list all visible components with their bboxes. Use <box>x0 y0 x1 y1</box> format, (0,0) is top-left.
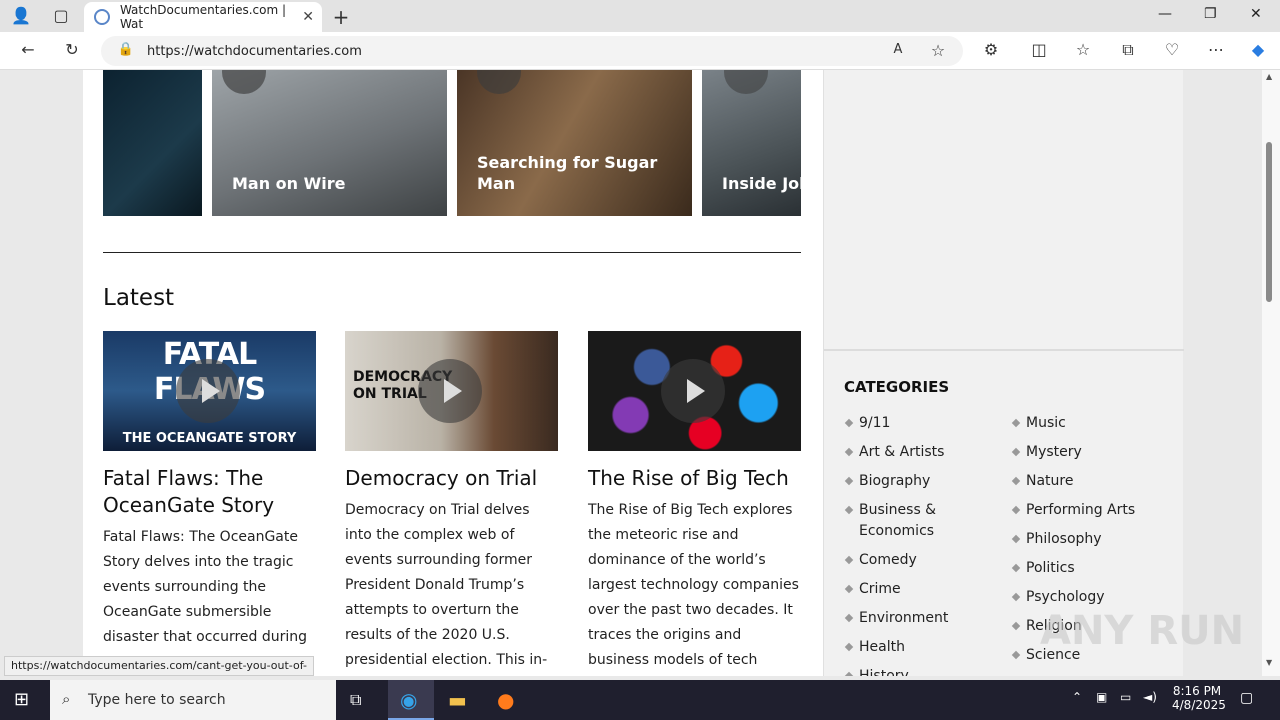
category-link[interactable]: Business & Economics <box>859 500 969 542</box>
carousel-item[interactable]: Inside Job <box>702 70 801 216</box>
article-title[interactable]: Democracy on Trial <box>345 465 558 492</box>
windows-start-icon[interactable]: ⊞ <box>14 689 29 710</box>
category-link[interactable]: Psychology <box>1026 587 1105 608</box>
firefox-icon[interactable]: ● <box>497 688 514 712</box>
search-icon: ⌕ <box>62 690 71 708</box>
taskbar-edge[interactable]: ◉ <box>388 680 434 720</box>
thumbnail-subtitle: THE OCEANGATE STORY <box>122 431 297 446</box>
clock[interactable]: 8:16 PM 4/8/2025 <box>1172 684 1226 712</box>
copilot-icon[interactable]: ◆ <box>1247 40 1269 59</box>
file-explorer-icon[interactable]: ▬ <box>448 688 467 712</box>
categories-title: CATEGORIES <box>844 378 950 396</box>
favicon-icon <box>94 9 110 25</box>
category-link[interactable]: Music <box>1026 413 1066 434</box>
carousel-title[interactable]: Searching for Sugar Man <box>477 152 667 194</box>
clock-date: 4/8/2025 <box>1172 698 1226 712</box>
close-tab-icon[interactable]: ✕ <box>302 9 314 25</box>
notifications-icon[interactable]: ▢ <box>1240 690 1253 706</box>
url-text: https://watchdocumentaries.com <box>147 43 362 59</box>
edge-icon: ◉ <box>400 688 418 712</box>
favorite-star-icon[interactable]: ☆ <box>927 41 949 60</box>
carousel-title[interactable]: Inside Job <box>722 173 801 194</box>
new-tab-icon[interactable]: + <box>330 5 352 29</box>
play-icon <box>176 359 240 423</box>
category-link[interactable]: History <box>859 666 909 676</box>
read-aloud-icon[interactable]: A <box>887 42 909 57</box>
main-content: Man on Wire Searching for Sugar Man Insi… <box>83 70 823 676</box>
carousel-item[interactable] <box>103 70 202 216</box>
address-bar[interactable]: 🔒 https://watchdocumentaries.com A ☆ <box>101 36 963 66</box>
close-window-icon[interactable]: ✕ <box>1250 6 1262 22</box>
category-link[interactable]: Mystery <box>1026 442 1082 463</box>
article-title[interactable]: Fatal Flaws: The OceanGate Story <box>103 465 316 519</box>
carousel-item[interactable]: Man on Wire <box>212 70 447 216</box>
network-icon[interactable]: ▭ <box>1120 690 1131 704</box>
browser-tab-strip: 👤 ▢ WatchDocumentaries.com | Wat ✕ + — ❐… <box>0 0 1280 32</box>
play-icon <box>477 70 521 94</box>
play-icon <box>661 359 725 423</box>
tray-icon[interactable]: ▣ <box>1096 690 1107 704</box>
article-excerpt: The Rise of Big Tech explores the meteor… <box>588 502 799 668</box>
search-placeholder: Type here to search <box>88 692 226 708</box>
category-link[interactable]: Philosophy <box>1026 529 1102 550</box>
category-link[interactable]: Biography <box>859 471 930 492</box>
scrollbar-thumb[interactable] <box>1266 142 1272 302</box>
refresh-icon[interactable]: ↻ <box>61 40 83 59</box>
restore-icon[interactable]: ❐ <box>1204 6 1217 22</box>
taskbar-search[interactable]: ⌕ Type here to search <box>50 680 336 720</box>
more-menu-icon[interactable]: ⋯ <box>1205 40 1227 59</box>
carousel-title[interactable]: Man on Wire <box>232 173 422 194</box>
category-link[interactable]: Crime <box>859 579 901 600</box>
lock-icon[interactable]: 🔒 <box>115 42 137 57</box>
article-title[interactable]: The Rise of Big Tech <box>588 465 801 492</box>
browser-essentials-icon[interactable]: ♡ <box>1161 40 1183 59</box>
article-card[interactable]: DEMOCRACY ON TRIAL Democracy on Trial De… <box>345 331 558 673</box>
windows-taskbar: ⊞ ⌕ Type here to search ⧉ ◉ ▬ ● ⌃ ▣ ▭ ◄)… <box>0 680 1280 720</box>
carousel-item[interactable]: Searching for Sugar Man <box>457 70 692 216</box>
play-icon <box>724 70 768 94</box>
extensions-icon[interactable]: ⚙ <box>980 40 1002 59</box>
article-excerpt: Fatal Flaws: The OceanGate Story delves … <box>103 529 308 645</box>
favorites-icon[interactable]: ☆ <box>1072 40 1094 59</box>
category-link[interactable]: Performing Arts <box>1026 500 1135 521</box>
category-link[interactable]: Comedy <box>859 550 917 571</box>
category-link[interactable]: 9/11 <box>859 413 890 434</box>
watermark-logo: ANY RUN <box>1040 608 1245 654</box>
article-excerpt: Democracy on Trial delves into the compl… <box>345 502 548 668</box>
volume-icon[interactable]: ◄) <box>1143 690 1157 704</box>
category-link[interactable]: Politics <box>1026 558 1075 579</box>
article-card[interactable]: FATAL FLAWS THE OCEANGATE STORY Fatal Fl… <box>103 331 316 650</box>
web-page: Man on Wire Searching for Sugar Man Insi… <box>0 70 1262 676</box>
play-icon <box>222 70 266 94</box>
scroll-up-icon[interactable]: ▲ <box>1266 72 1272 81</box>
back-icon[interactable]: ← <box>17 40 39 59</box>
scroll-down-icon[interactable]: ▼ <box>1266 658 1272 667</box>
browser-tab[interactable]: WatchDocumentaries.com | Wat ✕ <box>84 2 322 32</box>
article-thumbnail[interactable]: FATAL FLAWS THE OCEANGATE STORY <box>103 331 316 451</box>
article-thumbnail[interactable] <box>588 331 801 451</box>
task-view-icon[interactable]: ⧉ <box>350 690 361 710</box>
tray-chevron-icon[interactable]: ⌃ <box>1072 690 1082 704</box>
ad-space <box>824 70 1184 351</box>
clock-time: 8:16 PM <box>1172 684 1222 698</box>
article-card[interactable]: The Rise of Big Tech The Rise of Big Tec… <box>588 331 801 673</box>
status-bar-url: https://watchdocumentaries.com/cant-get-… <box>4 656 314 676</box>
article-thumbnail[interactable]: DEMOCRACY ON TRIAL <box>345 331 558 451</box>
divider <box>103 252 801 253</box>
category-link[interactable]: Art & Artists <box>859 442 944 463</box>
collections-icon[interactable]: ⧉ <box>1117 40 1139 60</box>
browser-toolbar: ← ↻ 🔒 https://watchdocumentaries.com A ☆… <box>0 32 1280 70</box>
tab-actions-icon[interactable]: ▢ <box>50 6 72 25</box>
category-link[interactable]: Environment <box>859 608 948 629</box>
minimize-icon[interactable]: — <box>1158 6 1172 22</box>
play-icon <box>418 359 482 423</box>
category-link[interactable]: Nature <box>1026 471 1073 492</box>
tab-title: WatchDocumentaries.com | Wat <box>119 3 287 31</box>
profile-icon[interactable]: 👤 <box>10 6 32 25</box>
split-screen-icon[interactable]: ◫ <box>1028 40 1050 59</box>
sidebar: CATEGORIES 9/11 Art & Artists Biography … <box>823 70 1184 676</box>
latest-heading: Latest <box>103 285 175 311</box>
category-link[interactable]: Health <box>859 637 905 658</box>
